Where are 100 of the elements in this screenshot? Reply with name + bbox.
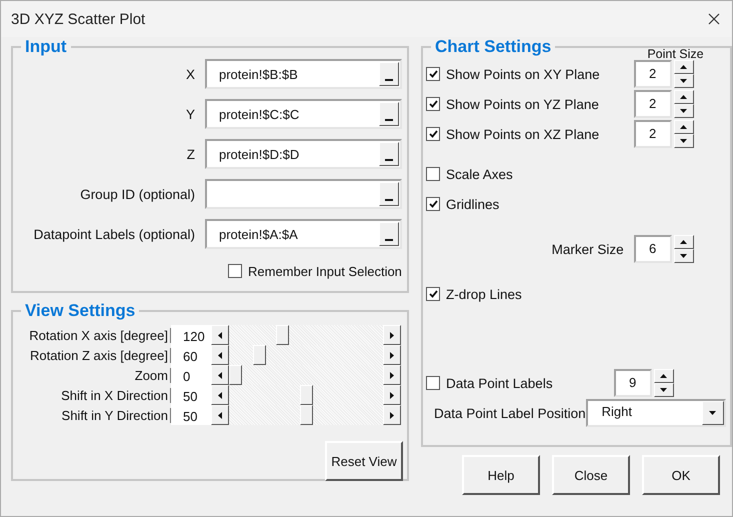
number-field[interactable]: 9: [614, 369, 652, 397]
range-input-field[interactable]: protein!$B:$B: [205, 59, 402, 89]
scroll-left-button[interactable]: [211, 385, 229, 405]
scrollbar-thumb[interactable]: [300, 385, 312, 405]
scroll-left-button[interactable]: [211, 325, 229, 345]
dropdown[interactable]: Right: [586, 399, 726, 427]
field-label: Marker Size: [552, 242, 624, 256]
scrollbar-thumb[interactable]: [276, 325, 289, 345]
value-field[interactable]: 60: [171, 345, 211, 365]
dialog-button[interactable]: Close: [552, 455, 630, 495]
left-arrow-icon: [218, 392, 222, 398]
check-icon: [428, 200, 438, 208]
checkbox[interactable]: [426, 97, 440, 111]
field-label: Group ID (optional): [80, 186, 195, 202]
dialog-button[interactable]: OK: [642, 455, 720, 495]
left-arrow-icon: [218, 412, 222, 418]
number-field[interactable]: 2: [634, 60, 672, 88]
checkbox[interactable]: [426, 197, 440, 211]
spin-up-button[interactable]: [654, 369, 674, 383]
spin-up-button[interactable]: [674, 60, 694, 74]
number-field[interactable]: 2: [634, 120, 672, 148]
scroll-right-button[interactable]: [383, 385, 401, 405]
scrollbar-thumb[interactable]: [300, 405, 312, 425]
scroll-left-button[interactable]: [211, 405, 229, 425]
checkbox[interactable]: [426, 376, 440, 390]
down-arrow-icon: [680, 139, 688, 143]
check-icon: [428, 100, 438, 108]
range-picker-button[interactable]: [379, 222, 399, 246]
range-picker-button[interactable]: [379, 62, 399, 86]
range-picker-button[interactable]: [379, 142, 399, 166]
scroll-right-button[interactable]: [383, 345, 401, 365]
checkbox-label: Z-drop Lines: [446, 286, 522, 302]
checkbox[interactable]: [426, 67, 440, 81]
up-arrow-icon: [680, 95, 688, 99]
value-field[interactable]: 120: [171, 325, 211, 345]
spin-down-button[interactable]: [674, 249, 694, 263]
checkbox[interactable]: [426, 167, 440, 181]
field-label: Data Point Label Position: [434, 406, 586, 420]
checkbox-label: Show Points on XY Plane: [446, 66, 600, 82]
up-arrow-icon: [680, 125, 688, 129]
spin-down-button[interactable]: [674, 74, 694, 88]
number-field[interactable]: 6: [634, 235, 672, 263]
scroll-right-button[interactable]: [383, 325, 401, 345]
dash-icon: [385, 119, 393, 121]
value-field[interactable]: 50: [171, 405, 211, 425]
checkbox[interactable]: [228, 264, 242, 278]
left-arrow-icon: [218, 352, 222, 358]
range-input-field[interactable]: protein!$D:$D: [205, 139, 402, 169]
spin-down-button[interactable]: [674, 104, 694, 118]
scrollbar-thumb[interactable]: [252, 345, 266, 365]
check-icon: [428, 290, 438, 298]
spin-up-button[interactable]: [674, 90, 694, 104]
range-picker-button[interactable]: [379, 102, 399, 126]
value-field[interactable]: 0: [171, 365, 211, 385]
value-field[interactable]: 50: [171, 385, 211, 405]
checkbox[interactable]: [426, 287, 440, 301]
scroll-right-button[interactable]: [383, 405, 401, 425]
close-icon[interactable]: [708, 13, 720, 25]
down-arrow-icon: [680, 109, 688, 113]
checkbox-label: Remember Input Selection: [248, 264, 402, 278]
number-field[interactable]: 2: [634, 90, 672, 118]
scroll-left-button[interactable]: [211, 365, 229, 385]
caret-icon: [709, 411, 716, 415]
group-title: Chart Settings: [434, 37, 552, 57]
checkbox[interactable]: [426, 127, 440, 141]
window-title: 3D XYZ Scatter Plot: [11, 10, 146, 28]
checkbox-label: Show Points on XZ Plane: [446, 126, 600, 142]
reset-view-button[interactable]: Reset View: [325, 441, 403, 481]
check-icon: [428, 130, 438, 138]
column-header: Point Size: [647, 47, 704, 61]
up-arrow-icon: [680, 65, 688, 69]
checkbox-label: Show Points on YZ Plane: [446, 96, 599, 112]
dropdown-button[interactable]: [702, 401, 724, 425]
dash-icon: [385, 79, 393, 81]
scroll-right-button[interactable]: [383, 365, 401, 385]
dash-icon: [385, 159, 393, 161]
range-picker-button[interactable]: [379, 182, 399, 206]
field-label: X: [186, 66, 195, 82]
spin-up-button[interactable]: [674, 235, 694, 249]
up-arrow-icon: [660, 374, 668, 378]
range-input-field[interactable]: protein!$C:$C: [205, 99, 402, 129]
scroll-left-button[interactable]: [211, 345, 229, 365]
field-label: Y: [186, 106, 195, 122]
spin-down-button[interactable]: [654, 383, 674, 397]
scrollbar-thumb[interactable]: [229, 365, 242, 385]
right-arrow-icon: [390, 352, 394, 358]
spin-down-button[interactable]: [674, 134, 694, 148]
dialog-button[interactable]: Help: [462, 455, 540, 495]
down-arrow-icon: [660, 388, 668, 392]
right-arrow-icon: [390, 412, 394, 418]
right-arrow-icon: [390, 332, 394, 338]
checkbox-label: Gridlines: [446, 196, 500, 212]
check-icon: [428, 70, 438, 78]
spin-up-button[interactable]: [674, 120, 694, 134]
left-arrow-icon: [218, 332, 222, 338]
right-arrow-icon: [390, 372, 394, 378]
range-input-field[interactable]: [205, 179, 402, 209]
up-arrow-icon: [680, 240, 688, 244]
range-input-field[interactable]: protein!$A:$A: [205, 219, 402, 249]
group-title: Input: [24, 37, 68, 57]
